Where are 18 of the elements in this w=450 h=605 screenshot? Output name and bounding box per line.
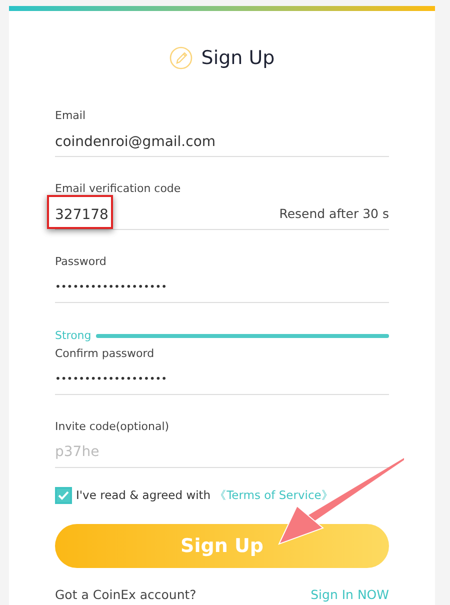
field-label: Invite code(optional) [55,420,170,434]
field-label: Confirm password [55,346,156,360]
agreement-text: I've read & agreed with [76,486,211,504]
password-field[interactable]: ••••••••••••••••••• [55,366,389,392]
check-icon [58,490,69,500]
page-title: Sign Up [201,46,275,71]
input-field[interactable]: p37he [55,439,389,465]
code-field[interactable]: 327178 [55,202,280,228]
resend-timer: Resend after 30 s [279,205,389,224]
field-label: Email verification code [55,182,182,196]
pencil-icon [169,46,194,70]
agree-checkbox[interactable] [55,486,72,504]
password-field[interactable]: ••••••••••••••••••• [55,274,389,300]
account-question: Got a CoinEx account? [55,586,196,604]
field-label: Password [55,255,108,269]
input-field[interactable]: coindenroi@gmail.com [55,128,389,154]
field-label: Email [55,109,87,123]
strength-label: Strong [55,328,92,344]
